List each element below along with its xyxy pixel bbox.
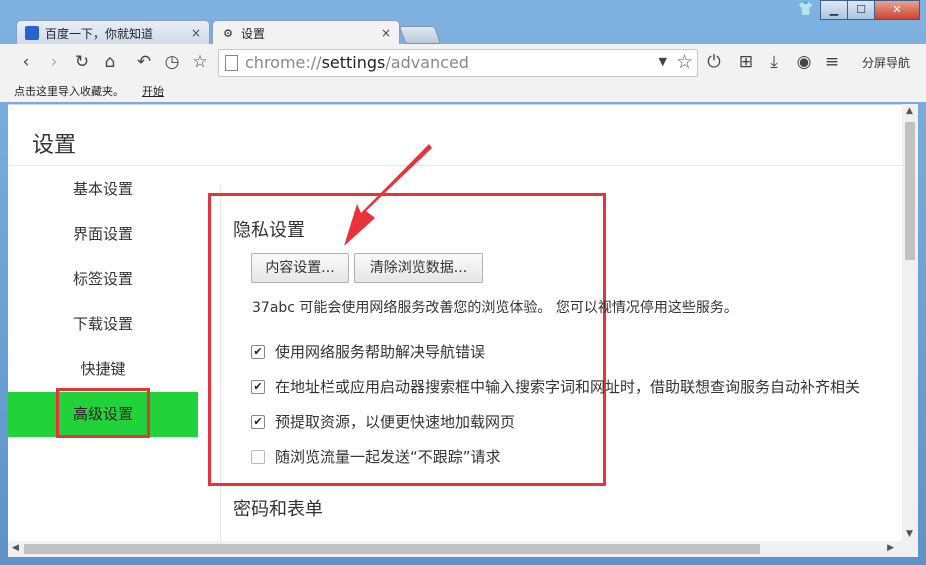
- sidebar-item-shortcuts[interactable]: 快捷键: [8, 347, 198, 392]
- bookmarks-bar: 点击这里导入收藏夹。 开始: [0, 80, 926, 102]
- password-heading: 密码和表单: [233, 499, 323, 520]
- new-tab-button[interactable]: [398, 26, 442, 44]
- privacy-heading: 隐私设置: [233, 220, 305, 241]
- option-label: 随浏览流量一起发送“不跟踪”请求: [275, 448, 501, 466]
- option-checkbox[interactable]: [251, 450, 265, 464]
- download-icon[interactable]: ⤓: [764, 52, 784, 72]
- baidu-paw-icon: 🐾: [25, 26, 39, 40]
- highlight-box: [56, 388, 150, 438]
- tab-strip: 🐾 百度一下，你就知道 × ⚙ 设置 ×: [16, 20, 442, 45]
- tab-settings[interactable]: ⚙ 设置 ×: [212, 20, 400, 45]
- settings-page: 设置 基本设置 界面设置 标签设置 下载设置 快捷键 高级设置 隐私设置 内容设…: [8, 104, 902, 542]
- reload-icon[interactable]: ↻: [72, 52, 92, 72]
- sidebar-item-download[interactable]: 下载设置: [8, 302, 198, 347]
- url-text: chrome://settings/advanced: [245, 53, 469, 72]
- sidebar-item-tabs[interactable]: 标签设置: [8, 257, 198, 302]
- page-icon: [225, 55, 238, 71]
- option-checkbox[interactable]: ✔: [251, 415, 265, 429]
- tab-label: 设置: [241, 26, 266, 41]
- maximize-icon[interactable]: ☐: [847, 0, 875, 20]
- tab-baidu[interactable]: 🐾 百度一下，你就知道 ×: [16, 20, 210, 45]
- scroll-left-icon[interactable]: ◀: [12, 543, 19, 553]
- skin-icon[interactable]: 👕: [798, 2, 814, 17]
- user-icon[interactable]: ◉: [794, 52, 814, 72]
- browser-window: 👕 ▁ ☐ ✕ 🐾 百度一下，你就知道 × ⚙ 设置 × ‹ › ↻ ⌂ ↶ ◷…: [0, 0, 926, 565]
- window-controls: ▁ ☐ ✕: [820, 0, 920, 20]
- tab-label: 百度一下，你就知道: [45, 26, 154, 41]
- option-label: 预提取资源，以便更快速地加载网页: [275, 413, 516, 431]
- page-title: 设置: [32, 133, 77, 158]
- privacy-description: 37abc 可能会使用网络服务改善您的浏览体验。 您可以视情况停用这些服务。: [252, 300, 738, 316]
- divider: [8, 165, 902, 166]
- clear-browsing-data-button[interactable]: 清除浏览数据...: [354, 253, 483, 283]
- scroll-thumb[interactable]: [24, 544, 760, 554]
- option-label: 在地址栏或应用启动器搜索框中输入搜索字词和网址时，借助联想查询服务自动补齐相关: [275, 378, 861, 396]
- extensions-icon[interactable]: ⊞: [736, 52, 756, 72]
- minimize-icon[interactable]: ▁: [820, 0, 848, 20]
- history-clock-icon[interactable]: ◷: [162, 52, 182, 72]
- option-checkbox[interactable]: ✔: [251, 345, 265, 359]
- menu-icon[interactable]: ≡: [822, 52, 842, 72]
- bookmark-star-icon[interactable]: ☆: [190, 52, 210, 72]
- gear-icon: ⚙: [223, 26, 233, 40]
- back-icon[interactable]: ‹: [16, 52, 36, 72]
- star-icon[interactable]: ☆: [676, 51, 693, 73]
- power-icon[interactable]: ⏻: [704, 52, 724, 72]
- scroll-right-icon[interactable]: ▶: [887, 543, 894, 553]
- scroll-corner: [902, 541, 918, 557]
- scroll-down-icon[interactable]: ▼: [906, 529, 913, 539]
- sidebar-item-basic[interactable]: 基本设置: [8, 167, 198, 212]
- tab-close-icon[interactable]: ×: [191, 26, 201, 40]
- start-import-link[interactable]: 开始: [142, 83, 164, 99]
- import-bookmarks-hint: 点击这里导入收藏夹。: [14, 85, 124, 98]
- split-nav-button[interactable]: 分屏导航: [862, 54, 910, 71]
- option-checkbox[interactable]: ✔: [251, 380, 265, 394]
- option-label: 使用网络服务帮助解决导航错误: [275, 343, 486, 361]
- scroll-thumb[interactable]: [905, 122, 915, 260]
- close-window-icon[interactable]: ✕: [874, 0, 920, 20]
- horizontal-scrollbar[interactable]: ◀ ▶: [8, 541, 902, 557]
- dropdown-icon[interactable]: ▼: [659, 55, 667, 68]
- sidebar-item-interface[interactable]: 界面设置: [8, 212, 198, 257]
- scroll-up-icon[interactable]: ▲: [906, 106, 913, 116]
- undo-icon[interactable]: ↶: [134, 52, 154, 72]
- tab-close-icon[interactable]: ×: [381, 26, 391, 40]
- address-bar[interactable]: chrome://settings/advanced ▼ ☆: [218, 49, 698, 77]
- home-icon[interactable]: ⌂: [100, 52, 120, 72]
- vertical-scrollbar[interactable]: ▲ ▼: [902, 104, 918, 541]
- forward-icon[interactable]: ›: [44, 52, 64, 72]
- content-settings-button[interactable]: 内容设置...: [251, 253, 349, 283]
- toolbar: ‹ › ↻ ⌂ ↶ ◷ ☆ chrome://settings/advanced…: [0, 44, 926, 80]
